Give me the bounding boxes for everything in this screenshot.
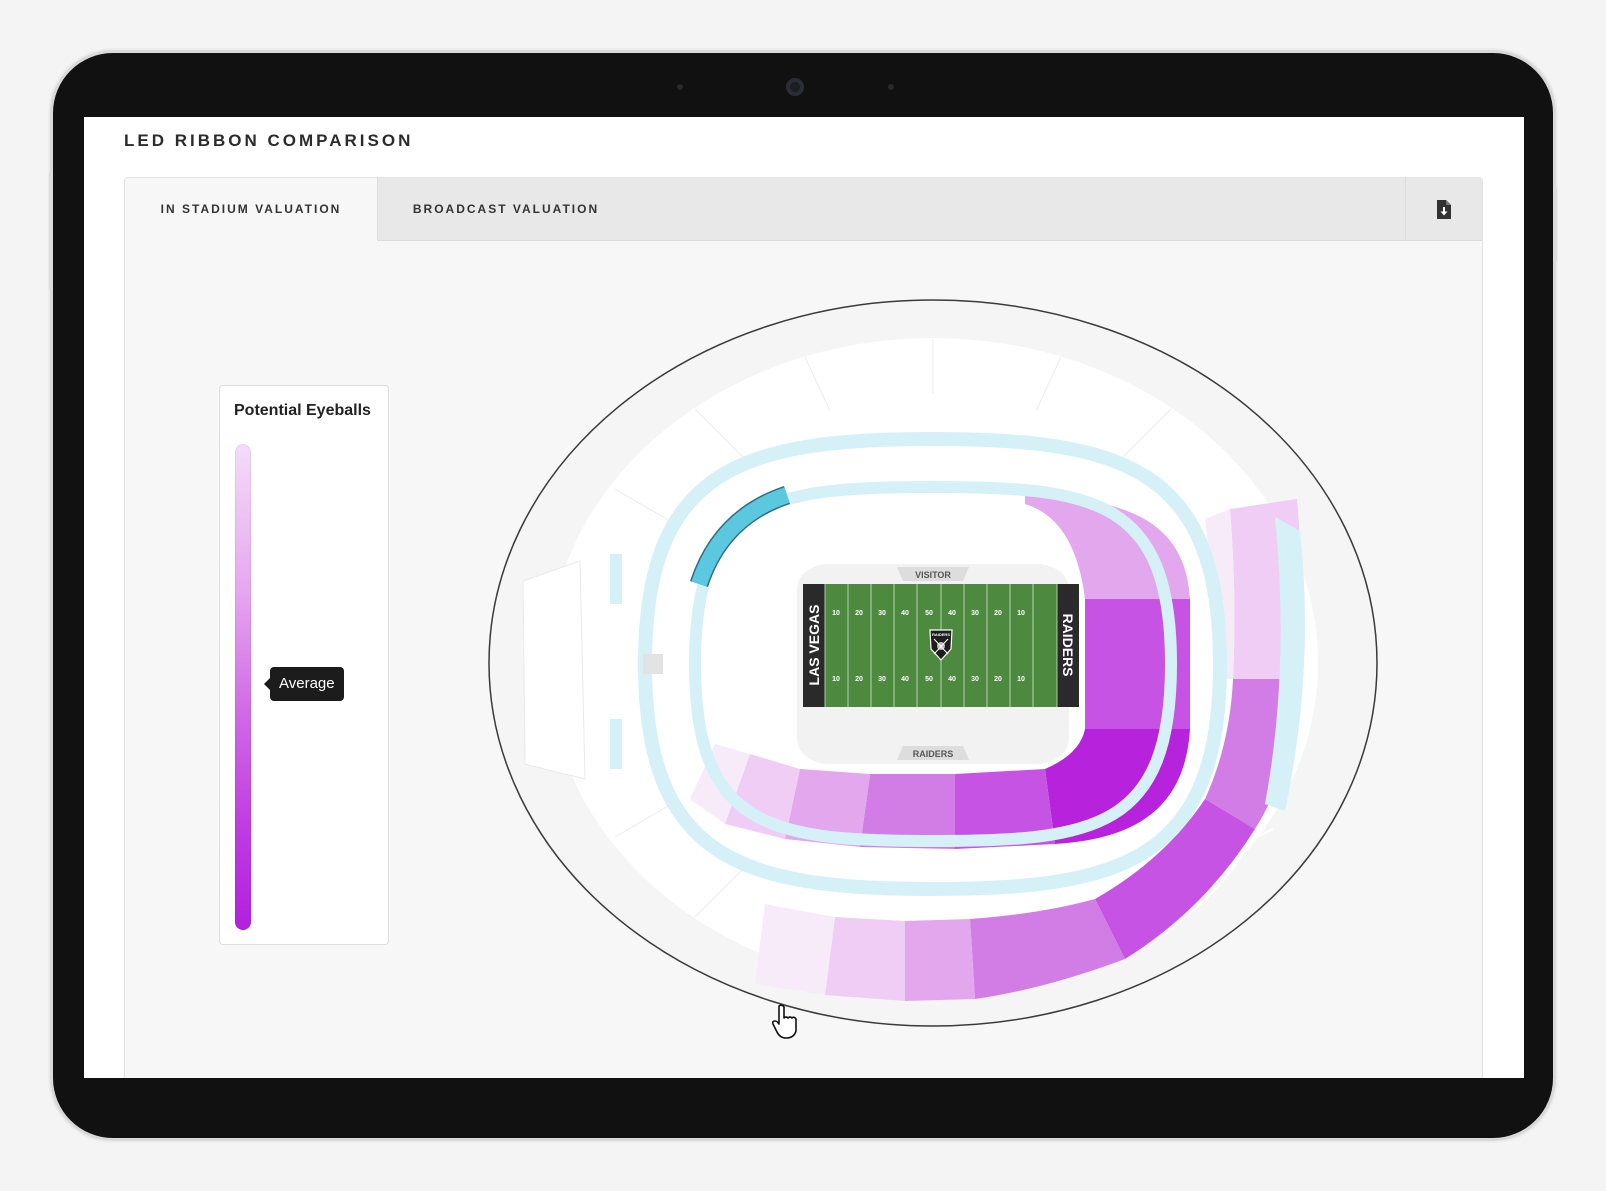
tunnel-marker: [643, 654, 663, 674]
sensor-dot: [888, 84, 894, 90]
page-title: LED RIBBON COMPARISON: [124, 131, 414, 150]
yard-number: 40: [948, 610, 956, 617]
download-button[interactable]: [1405, 178, 1482, 240]
tab-broadcast-valuation[interactable]: BROADCAST VALUATION: [377, 178, 635, 240]
hand-pointer-icon: [771, 1004, 797, 1039]
average-marker-tooltip: Average: [264, 667, 344, 701]
sensor-dot: [677, 84, 683, 90]
yard-number: 40: [948, 676, 956, 683]
yard-number: 50: [925, 676, 933, 683]
legend-gradient-bar: [235, 444, 251, 930]
download-file-icon: [1437, 199, 1451, 219]
legend-title: Potential Eyeballs: [234, 402, 371, 419]
yard-number: 30: [878, 610, 886, 617]
yard-number: 40: [901, 610, 909, 617]
stadium-map: VISITOR RAIDERS LAS VEGAS RAIDERS 10 20 …: [488, 299, 1378, 1027]
side-button: [1553, 188, 1557, 262]
tab-bar: IN STADIUM VALUATION BROADCAST VALUATION: [125, 178, 1482, 241]
comparison-panel: IN STADIUM VALUATION BROADCAST VALUATION…: [124, 177, 1483, 1078]
left-ribbon-piece: [610, 554, 622, 604]
yard-number: 20: [994, 610, 1002, 617]
right-endzone-text: RAIDERS: [1060, 613, 1076, 676]
tab-in-stadium-valuation[interactable]: IN STADIUM VALUATION: [125, 178, 378, 241]
yard-number: 10: [1017, 610, 1025, 617]
camera-icon: [786, 78, 804, 96]
yard-number: 10: [832, 610, 840, 617]
eyeballs-legend: Potential Eyeballs Average: [219, 385, 389, 945]
side-button: [49, 172, 53, 290]
yard-number: 50: [925, 610, 933, 617]
yard-number: 40: [901, 676, 909, 683]
left-upper-wedge: [522, 560, 586, 780]
left-endzone-text: LAS VEGAS: [806, 605, 822, 686]
home-label: RAIDERS: [913, 749, 954, 759]
yard-number: 30: [878, 676, 886, 683]
yard-number: 10: [1017, 676, 1025, 683]
yard-number: 20: [855, 610, 863, 617]
yard-number: 30: [971, 610, 979, 617]
yard-number: 30: [971, 676, 979, 683]
logo-text: RAIDERS: [932, 632, 950, 637]
yard-number: 20: [994, 676, 1002, 683]
app-screen: LED RIBBON COMPARISON IN STADIUM VALUATI…: [84, 117, 1524, 1078]
left-ribbon-piece: [610, 719, 622, 769]
visitor-label: VISITOR: [915, 570, 951, 580]
yard-number: 20: [855, 676, 863, 683]
yard-number: 10: [832, 676, 840, 683]
